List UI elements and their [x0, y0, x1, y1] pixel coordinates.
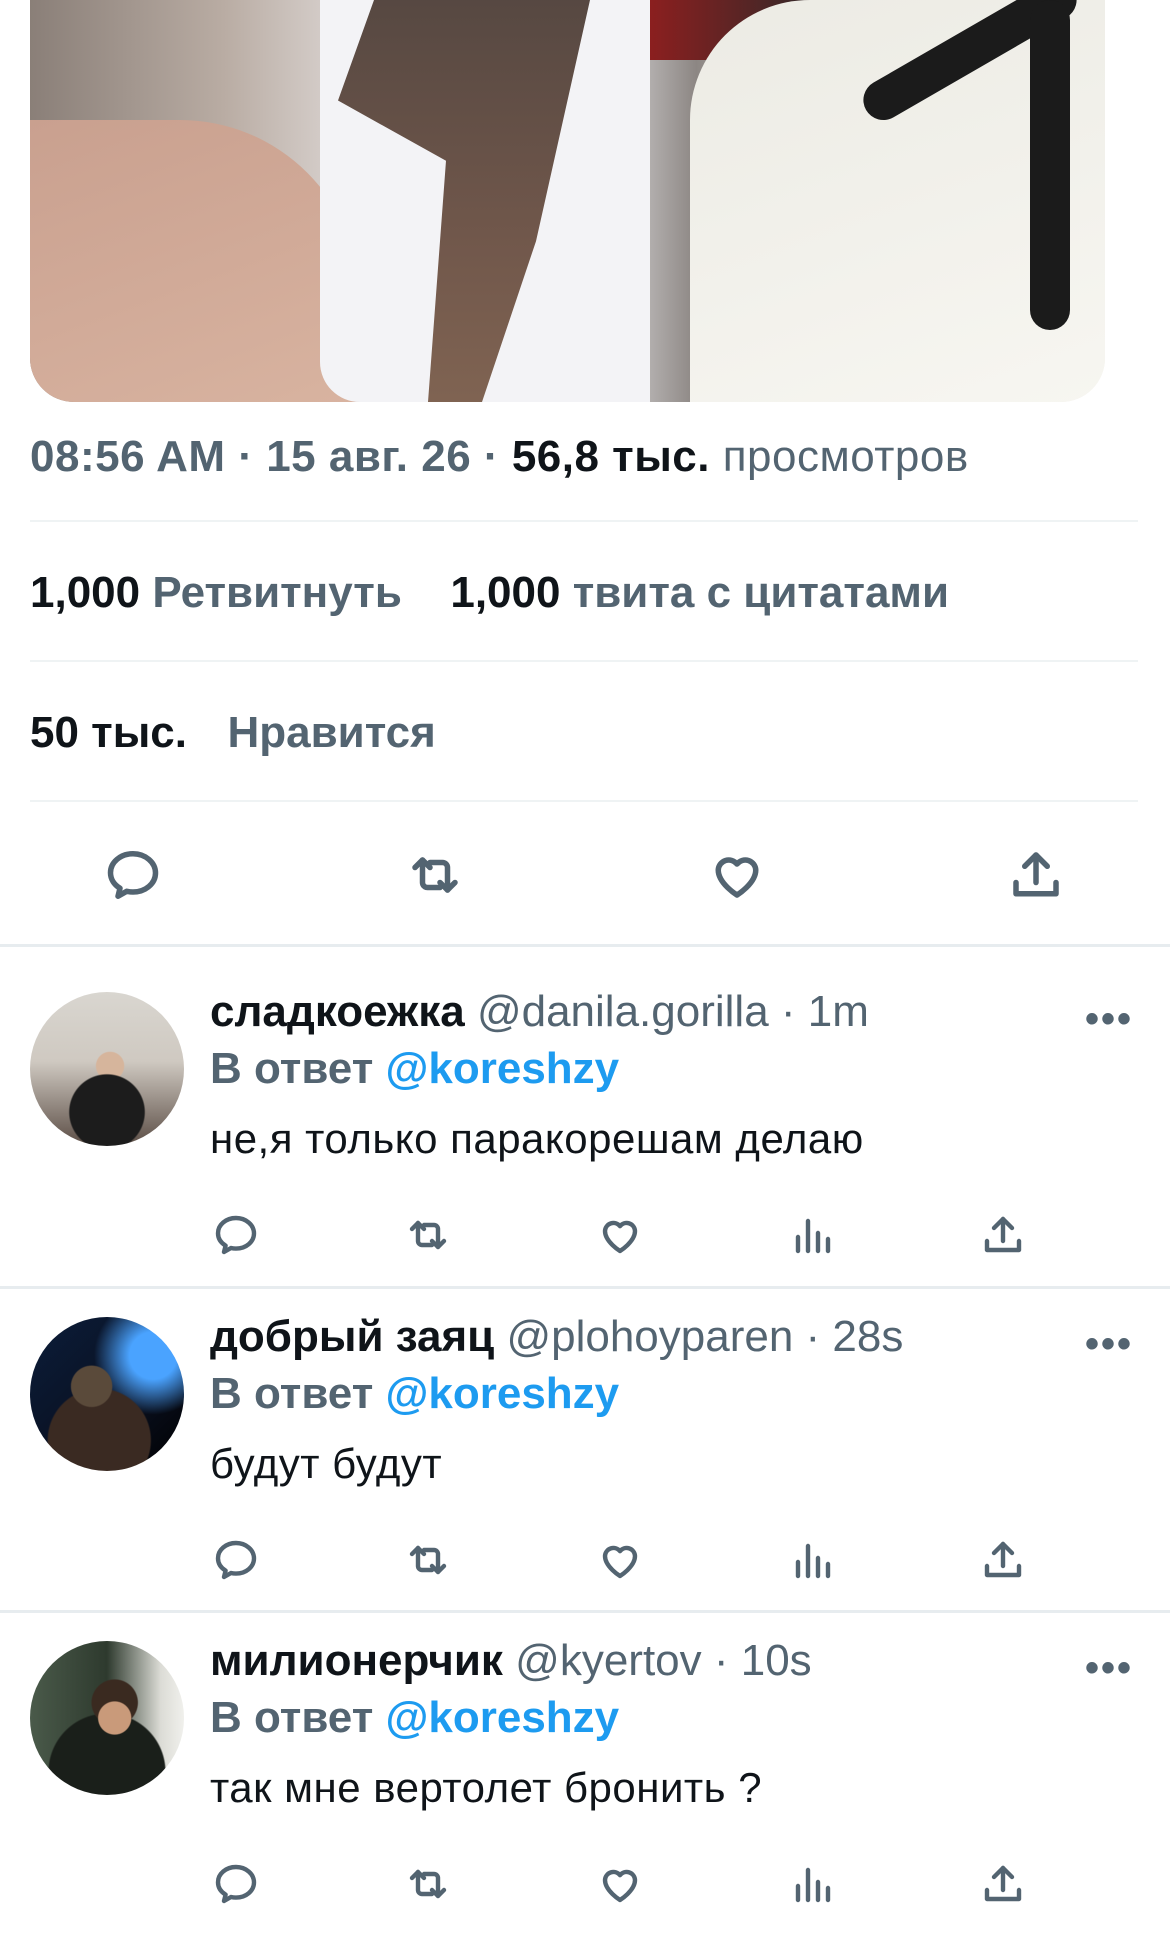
handle-time[interactable]: @plohoyparen · 28s — [506, 1312, 903, 1361]
retweet-quote-stats: 1,000 Ретвитнуть 1,000 твита с цитатами — [30, 568, 949, 618]
avatar[interactable] — [30, 1317, 184, 1471]
tweet-time: 08:56 AM — [30, 432, 226, 481]
like-icon[interactable] — [592, 1532, 648, 1588]
reply-tweet[interactable]: добрый заяц @plohoyparen · 28s ••• В отв… — [0, 1292, 1170, 1612]
views-count[interactable]: 56,8 тыс. — [512, 432, 710, 481]
views-icon[interactable] — [784, 1207, 840, 1263]
reply-prefix: В ответ — [210, 1693, 374, 1742]
tweet-meta: 08:56 AM · 15 авг. 26 · 56,8 тыс. просмо… — [30, 432, 969, 482]
divider — [30, 520, 1138, 522]
reply-text: так мне вертолет бронить ? — [210, 1764, 763, 1811]
mention-link[interactable]: @koreshzy — [385, 1369, 619, 1418]
photo-arm — [30, 120, 360, 402]
retweet-icon[interactable] — [400, 1532, 456, 1588]
reply-tweet[interactable]: сладкоежка @danila.gorilla · 1m ••• В от… — [0, 967, 1170, 1287]
reply-prefix: В ответ — [210, 1369, 374, 1418]
quotes-stat[interactable]: 1,000 твита с цитатами — [450, 568, 949, 617]
like-icon[interactable] — [592, 1207, 648, 1263]
section-divider — [0, 944, 1170, 947]
more-icon[interactable]: ••• — [1085, 1322, 1133, 1367]
share-icon[interactable] — [975, 1532, 1031, 1588]
quotes-count: 1,000 — [450, 568, 561, 617]
display-name[interactable]: милионерчик — [210, 1636, 503, 1685]
retweet-icon[interactable] — [400, 1207, 456, 1263]
mention-link[interactable]: @koreshzy — [385, 1693, 619, 1742]
like-icon[interactable] — [702, 840, 772, 910]
reply-icon[interactable] — [208, 1856, 264, 1912]
reply-prefix: В ответ — [210, 1044, 374, 1093]
reply-text: не,я только паракорешам делаю — [210, 1115, 864, 1162]
more-icon[interactable]: ••• — [1085, 997, 1133, 1042]
share-icon[interactable] — [975, 1207, 1031, 1263]
display-name[interactable]: добрый заяц — [210, 1312, 494, 1361]
tweet-action-bar — [0, 840, 1170, 910]
retweet-icon[interactable] — [400, 840, 470, 910]
mention-link[interactable]: @koreshzy — [385, 1044, 619, 1093]
quotes-label: твита с цитатами — [572, 568, 950, 617]
views-label: просмотров — [722, 432, 969, 481]
avatar[interactable] — [30, 992, 184, 1146]
likes-count: 50 тыс. — [30, 708, 187, 757]
share-icon[interactable] — [975, 1856, 1031, 1912]
share-icon[interactable] — [1001, 840, 1071, 910]
section-divider — [0, 1286, 1170, 1289]
avatar[interactable] — [30, 1641, 184, 1795]
reply-icon[interactable] — [208, 1532, 264, 1588]
meta-separator: · — [238, 432, 254, 481]
divider — [30, 800, 1138, 802]
reply-icon[interactable] — [208, 1207, 264, 1263]
section-divider — [0, 1610, 1170, 1613]
reply-icon[interactable] — [98, 840, 168, 910]
photo-backpack-strap — [1030, 0, 1070, 330]
retweets-label: Ретвитнуть — [152, 568, 402, 617]
handle-time[interactable]: @kyertov · 10s — [515, 1636, 812, 1685]
views-icon[interactable] — [784, 1532, 840, 1588]
like-icon[interactable] — [592, 1856, 648, 1912]
display-name[interactable]: сладкоежка — [210, 987, 465, 1036]
reply-text: будут будут — [210, 1440, 443, 1487]
likes-label: Нравится — [227, 708, 436, 757]
likes-stat[interactable]: 50 тыс. Нравится — [30, 708, 436, 758]
tweet-photo[interactable] — [30, 0, 1105, 402]
tweet-date: 15 авг. 26 — [266, 432, 472, 481]
retweets-stat[interactable]: 1,000 Ретвитнуть — [30, 568, 414, 617]
more-icon[interactable]: ••• — [1085, 1646, 1133, 1691]
retweets-count: 1,000 — [30, 568, 141, 617]
divider — [30, 660, 1138, 662]
handle-time[interactable]: @danila.gorilla · 1m — [477, 987, 869, 1036]
meta-separator: · — [483, 432, 500, 481]
views-icon[interactable] — [784, 1856, 840, 1912]
retweet-icon[interactable] — [400, 1856, 456, 1912]
reply-tweet[interactable]: милионерчик @kyertov · 10s ••• В ответ @… — [0, 1616, 1170, 1936]
